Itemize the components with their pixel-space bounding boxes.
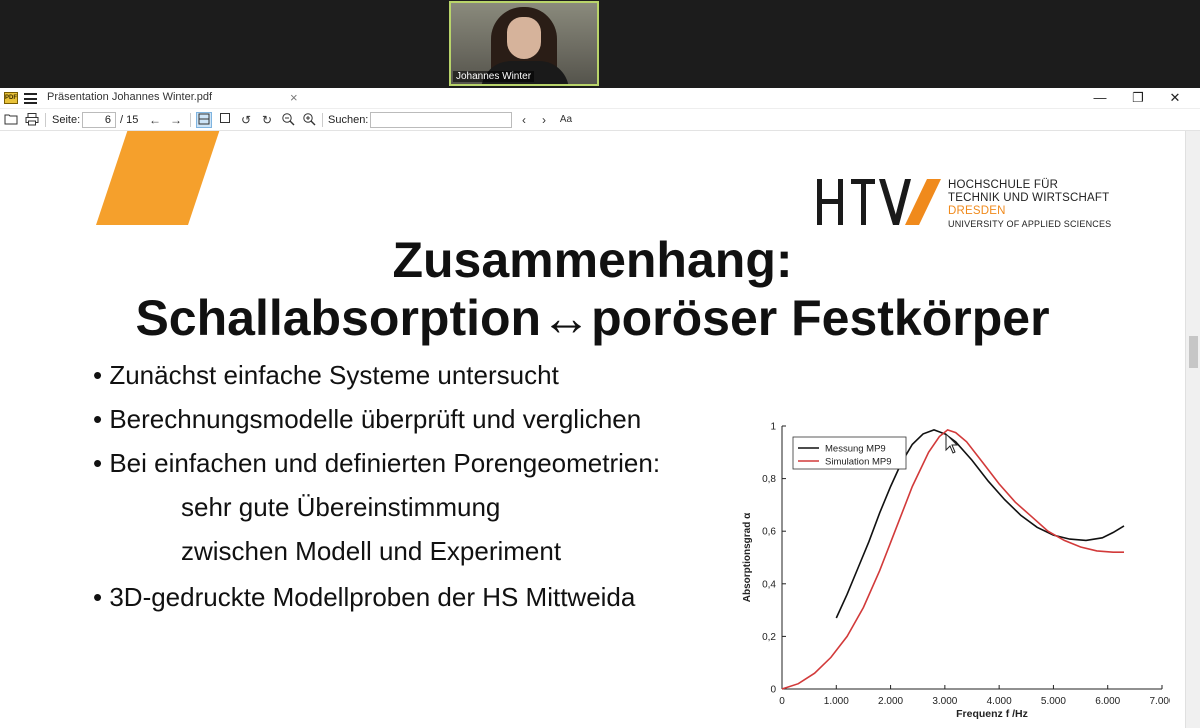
- print-icon[interactable]: [24, 112, 40, 128]
- mouse-cursor-icon: [945, 433, 959, 454]
- legend-entry: Simulation MP9: [825, 457, 892, 468]
- logo-text-line1: HOCHSCHULE FÜR: [948, 179, 1059, 191]
- minimize-button[interactable]: —: [1080, 88, 1120, 108]
- x-tick-label: 1.000: [824, 696, 849, 707]
- y-tick-label: 0,2: [762, 632, 776, 643]
- bullet-item: • Bei einfachen und definierten Porengeo…: [93, 448, 661, 478]
- search-previous-icon[interactable]: ‹: [516, 112, 532, 128]
- slide-title-line2: Schallabsorption↔poröser Festkörper: [135, 290, 1050, 346]
- logo-text-line2: TECHNIK UND WIRTSCHAFT: [948, 192, 1110, 204]
- rotate-left-icon[interactable]: ↺: [238, 112, 254, 128]
- y-tick-label: 1: [770, 422, 776, 433]
- participant-name: Johannes Winter: [453, 71, 535, 82]
- htw-logo: [817, 179, 941, 225]
- x-tick-label: 5.000: [1041, 696, 1066, 707]
- y-tick-label: 0,4: [762, 579, 776, 590]
- document-tab-title[interactable]: Präsentation Johannes Winter.pdf: [47, 91, 212, 103]
- bullet-subitem: zwischen Modell und Experiment: [181, 536, 562, 566]
- y-tick-label: 0,8: [762, 474, 776, 485]
- logo-text-line3: DRESDEN: [948, 205, 1006, 217]
- page-number-input[interactable]: 6: [82, 112, 116, 128]
- x-tick-label: 3.000: [932, 696, 957, 707]
- x-tick-label: 7.000: [1149, 696, 1170, 707]
- x-tick-label: 0: [779, 696, 785, 707]
- viewer-titlebar: PDF Präsentation Johannes Winter.pdf × —…: [0, 88, 1200, 109]
- slide-title-line1: Zusammenhang:: [392, 232, 793, 288]
- scrollbar-thumb[interactable]: [1189, 336, 1198, 368]
- screen: Johannes Winter PDF Präsentation Johanne…: [0, 0, 1200, 728]
- pdf-app-icon: PDF: [4, 92, 18, 104]
- tab-close-icon[interactable]: ×: [290, 90, 298, 105]
- zoom-in-icon[interactable]: [301, 112, 317, 128]
- bullet-item: • 3D-gedruckte Modellproben der HS Mittw…: [93, 582, 636, 612]
- absorption-chart: 0 1.000 2.000 3.000 4.000 5.000 6.000 7.000 0 0,2…: [742, 422, 1170, 721]
- bullet-subitem: sehr gute Übereinstimmung: [181, 492, 501, 522]
- fit-width-icon[interactable]: [196, 112, 212, 128]
- rotate-right-icon[interactable]: ↻: [259, 112, 275, 128]
- toolbar-separator: [45, 113, 46, 127]
- next-page-arrow-icon[interactable]: →: [168, 112, 184, 128]
- page-total: / 15: [120, 114, 139, 126]
- previous-page-arrow-icon[interactable]: ←: [147, 112, 163, 128]
- page-label: Seite:: [52, 114, 81, 126]
- legend-entry: Messung MP9: [825, 444, 886, 455]
- open-folder-icon[interactable]: [3, 112, 19, 128]
- search-next-icon[interactable]: ›: [536, 112, 552, 128]
- logo-text-line4: UNIVERSITY OF APPLIED SCIENCES: [948, 219, 1112, 229]
- search-input[interactable]: [370, 112, 512, 128]
- participant-video-tile[interactable]: Johannes Winter: [449, 1, 599, 86]
- x-tick-label: 2.000: [878, 696, 903, 707]
- orange-accent-shape: [96, 131, 220, 225]
- toolbar-separator: [322, 113, 323, 127]
- close-window-button[interactable]: ✕: [1155, 88, 1195, 108]
- toolbar-separator: [190, 113, 191, 127]
- bullet-item: • Berechnungsmodelle überprüft und vergl…: [93, 404, 642, 434]
- x-tick-label: 4.000: [987, 696, 1012, 707]
- video-strip: Johannes Winter: [0, 0, 1200, 88]
- y-axis-label: Absorptionsgrad α: [742, 512, 753, 602]
- vertical-scrollbar[interactable]: [1185, 131, 1200, 728]
- fit-page-icon[interactable]: [217, 112, 233, 128]
- y-tick-label: 0: [770, 685, 776, 696]
- y-tick-label: 0,6: [762, 527, 776, 538]
- match-case-icon[interactable]: Aa: [558, 112, 574, 128]
- hamburger-menu-icon[interactable]: [24, 93, 37, 104]
- search-label: Suchen:: [328, 114, 369, 126]
- viewer-toolbar: Seite: 6 / 15 ← → ↺ ↻ Suchen: ‹ › Aa: [0, 109, 1200, 131]
- document-page[interactable]: HOCHSCHULE FÜR TECHNIK UND WIRTSCHAFT DR…: [0, 131, 1185, 728]
- zoom-out-icon[interactable]: [280, 112, 296, 128]
- participant-face: [507, 17, 541, 59]
- x-axis-label: Frequenz f /Hz: [956, 708, 1028, 720]
- bullet-item: • Zunächst einfache Systeme untersucht: [93, 360, 559, 390]
- restore-button[interactable]: ❐: [1118, 88, 1158, 108]
- x-tick-label: 6.000: [1095, 696, 1120, 707]
